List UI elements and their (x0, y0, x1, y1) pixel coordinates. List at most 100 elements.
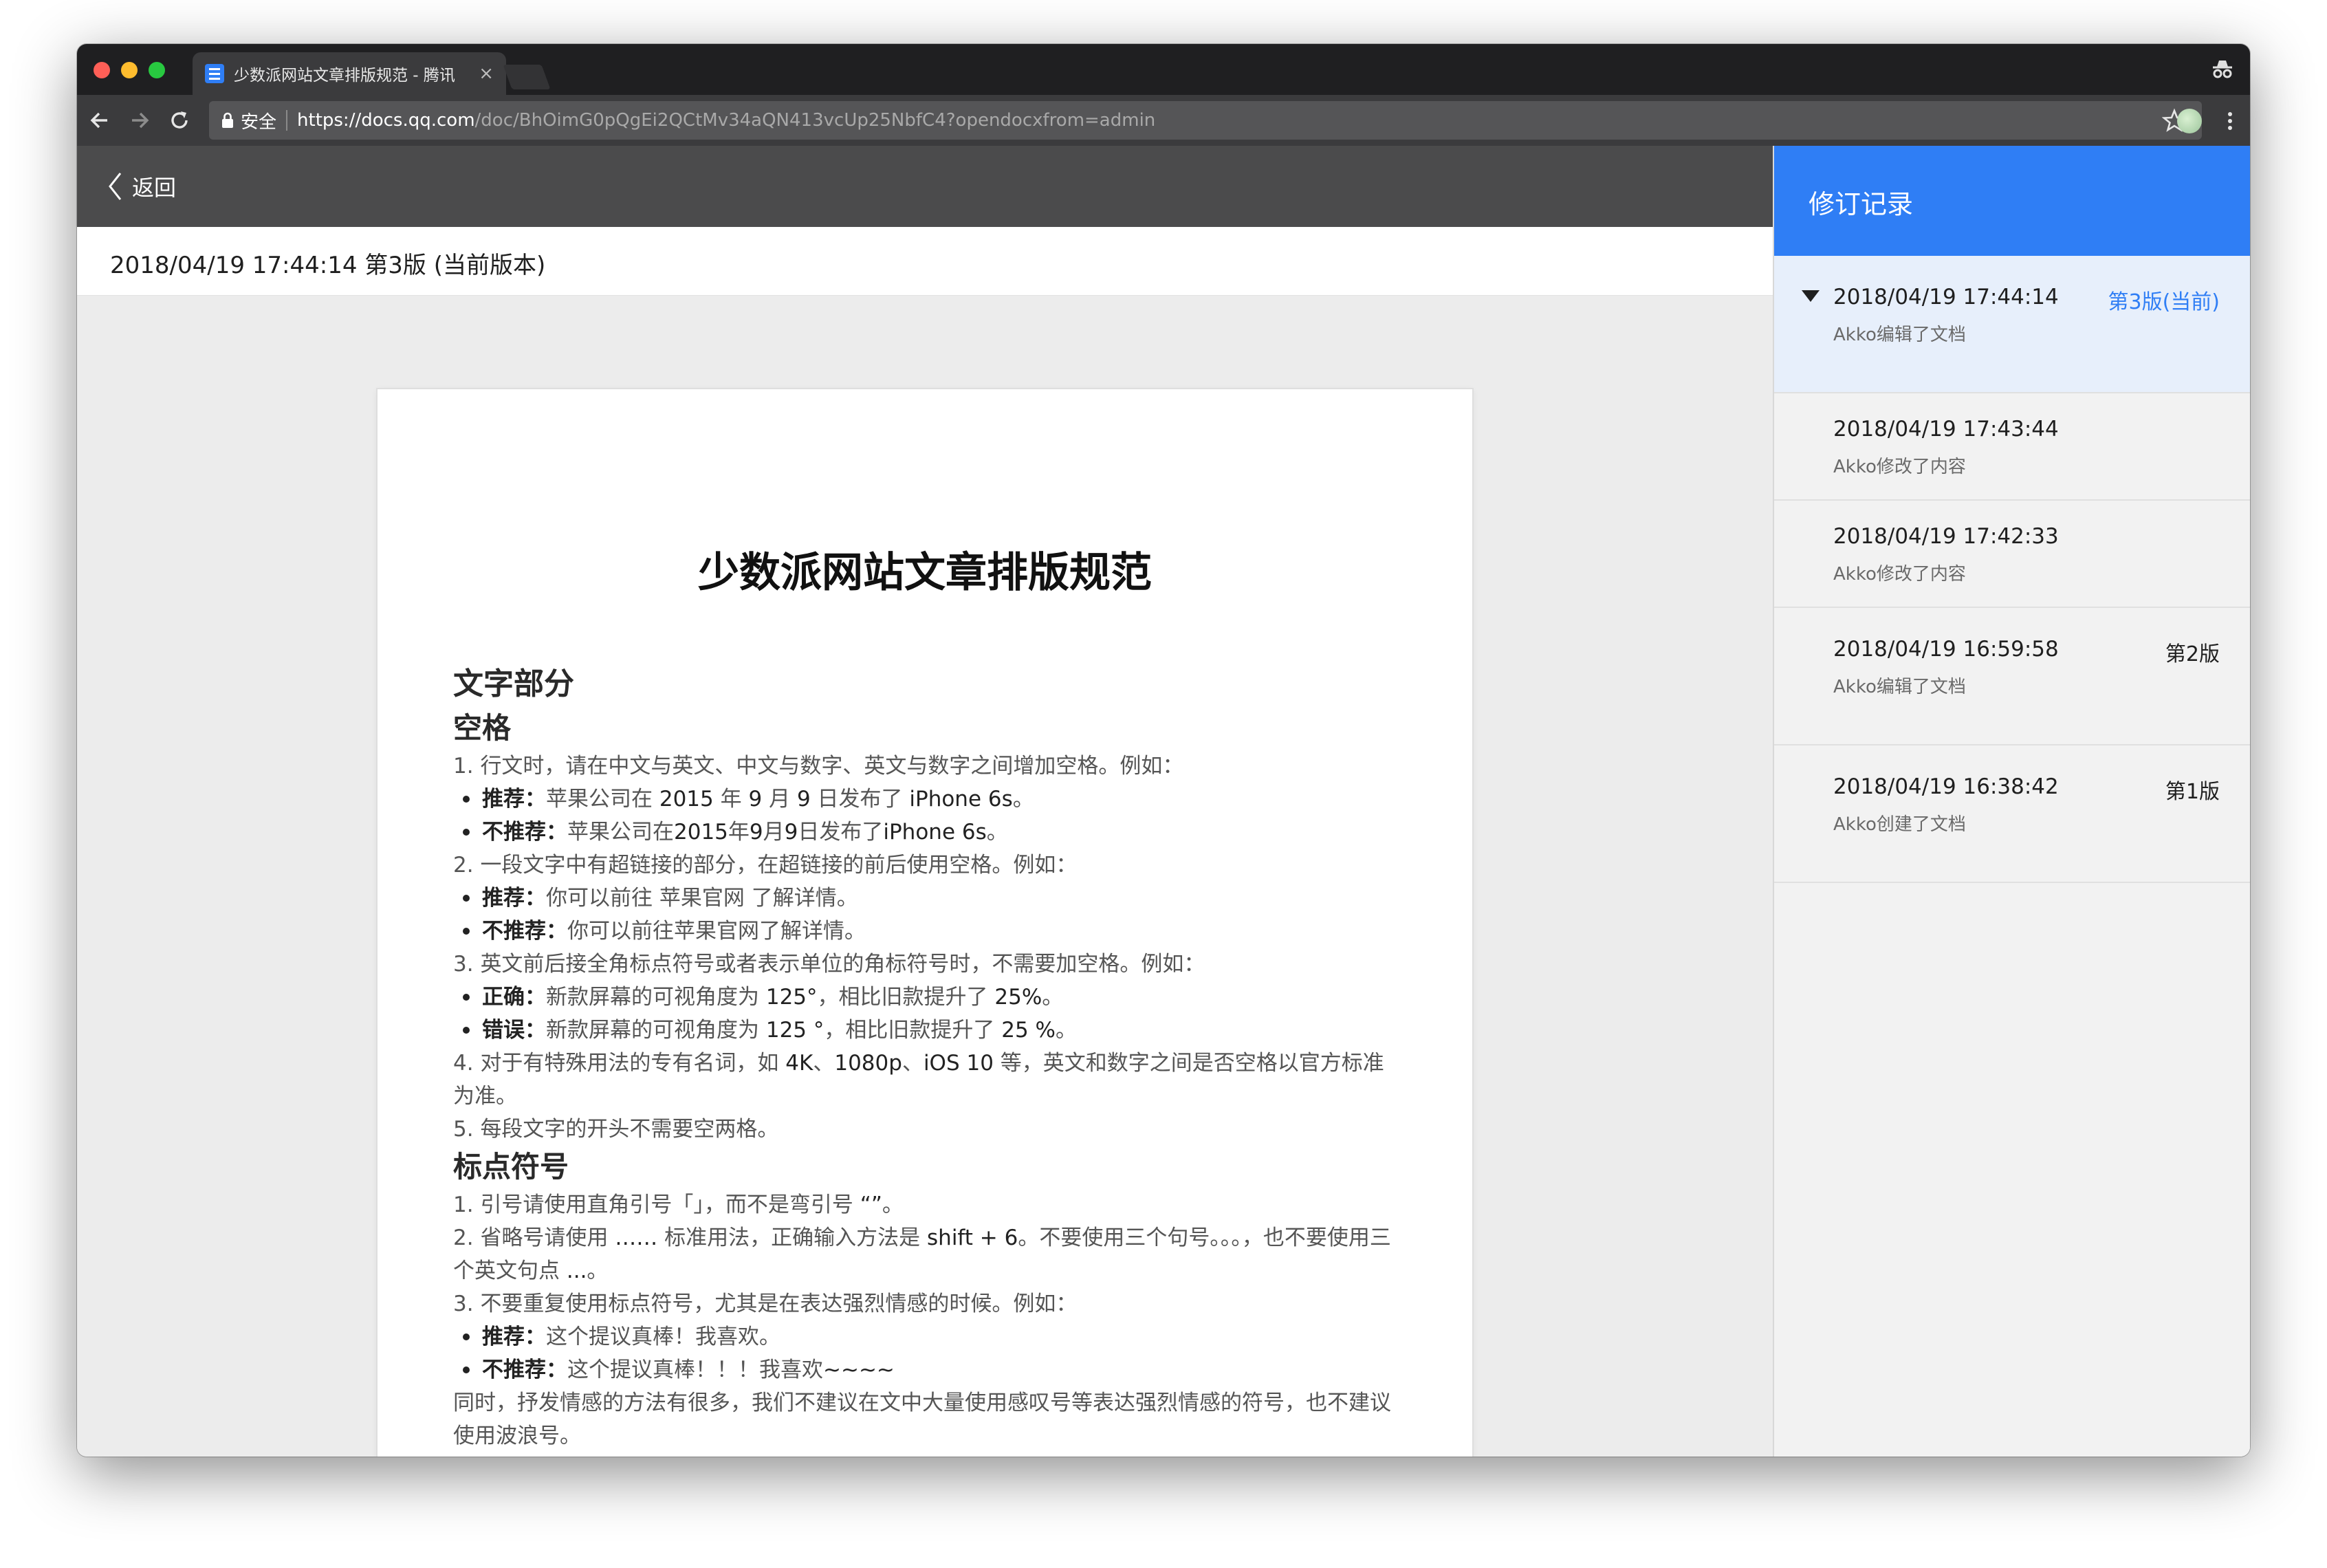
doc-list-item: 错误：新款屏幕的可视角度为 125 °，相比旧款提升了 25 %。 (453, 1014, 1402, 1047)
text-run: 推荐： (482, 787, 546, 812)
bullet-icon (463, 928, 470, 935)
page-content: 返回 2018/04/19 17:44:14 第3版 (当前版本) 少数派网站文… (77, 146, 2250, 1457)
browser-tab[interactable]: 少数派网站文章排版规范 - 腾讯 × (193, 52, 506, 95)
doc-paragraph: 同时，抒发情感的方法有很多，我们不建议在文中大量使用感叹号等表达强烈情感的符号，… (453, 1386, 1402, 1452)
text-run: 。 (587, 1259, 609, 1283)
zoom-window-button[interactable] (149, 62, 165, 78)
lock-icon (222, 112, 233, 128)
doc-paragraph: 4. 对于有特殊用法的专有名词，如 4K、1080p、iOS 10 等，英文和数… (453, 1047, 1402, 1113)
revision-author: Akko修改了内容 (1833, 564, 1966, 585)
text-run: 月 (762, 787, 797, 812)
text-run: 1. (453, 1193, 481, 1217)
text-run: iOS 10 (923, 1051, 994, 1076)
text-run: 你可以前往 苹果官网 了解详情。 (546, 886, 858, 911)
text-run: 推荐： (482, 886, 546, 911)
doc-paragraph: 1. 引号请使用直角引号「」，而不是弯引号 “”。 (453, 1188, 1402, 1221)
text-run: 9 (796, 787, 811, 812)
bullet-icon (463, 1333, 470, 1340)
back-button[interactable]: 返回 (107, 169, 176, 204)
text-run: 2. (453, 853, 481, 878)
revision-time: 2018/04/19 17:43:44 (1833, 417, 2059, 442)
text-run: 125° (765, 985, 818, 1010)
text-run: 错误： (482, 1018, 546, 1043)
text-run: 引号请使用直角引号「」，而不是弯引号 (480, 1193, 860, 1217)
revision-item[interactable]: 2018/04/19 16:59:58 第2版 Akko编辑了文档 (1774, 608, 2250, 745)
text-run: 日发布了 (798, 820, 884, 845)
text-run: shift + 6 (927, 1226, 1018, 1250)
doc-favicon-icon (205, 64, 224, 83)
revision-author: Akko创建了文档 (1833, 814, 1966, 835)
revision-time: 2018/04/19 16:59:58 (1833, 637, 2059, 662)
text-run: 25 % (1001, 1018, 1056, 1043)
profile-avatar[interactable] (2177, 109, 2202, 133)
doc-paragraph: 3. 不要重复使用标点符号，尤其是在表达强烈情感的时候。例如： (453, 1287, 1402, 1320)
revision-panel: 修订记录 2018/04/19 17:44:14 第3版(当前) Akko编辑了… (1773, 146, 2250, 1457)
bullet-icon (463, 994, 470, 1001)
doc-title: 少数派网站文章排版规范 (698, 549, 1152, 597)
text-run: 。 (986, 820, 1008, 845)
text-run: 25% (994, 985, 1042, 1010)
doc-paragraph: 2. 一段文字中有超链接的部分，在超链接的前后使用空格。例如： (453, 849, 1402, 882)
revision-item[interactable]: 2018/04/19 16:38:42 第1版 Akko创建了文档 (1774, 745, 2250, 883)
address-toolbar: 安全 https://docs.qq.com /doc/BhOimG0pQgEi… (77, 95, 2250, 146)
text-run: “” (860, 1193, 882, 1217)
text-run: 9 (749, 820, 763, 845)
bullet-icon (463, 796, 470, 803)
text-run: 日发布了 (810, 787, 910, 812)
text-run: 苹果公司在 (567, 820, 674, 845)
bullet-icon (463, 1027, 470, 1034)
text-run: 对于有特殊用法的专有名词，如 (480, 1051, 786, 1076)
url-bar[interactable]: 安全 https://docs.qq.com /doc/BhOimG0pQgEi… (209, 101, 2202, 140)
doc-subheading: 标点符号 (453, 1150, 569, 1184)
text-run: 月 (763, 820, 785, 845)
text-run: 9 (748, 787, 763, 812)
url-separator (286, 110, 288, 131)
doc-paragraph: 5. 每段文字的开头不需要空两格。 (453, 1113, 1402, 1146)
back-arrow-icon[interactable] (87, 107, 113, 133)
new-tab-button[interactable] (503, 65, 551, 89)
forward-arrow-icon[interactable] (127, 107, 153, 133)
text-run: ... (566, 1259, 587, 1283)
revision-time: 2018/04/19 17:44:14 (1833, 285, 2059, 309)
doc-list-item: 不推荐：这个提议真棒！！！我喜欢~~~~ (453, 1353, 1402, 1386)
doc-subheading: 空格 (453, 711, 512, 745)
doc-list-item: 不推荐：苹果公司在2015年9月9日发布了iPhone 6s。 (453, 816, 1402, 849)
text-run: 每段文字的开头不需要空两格。 (480, 1117, 779, 1142)
text-run: 不推荐： (482, 1358, 567, 1382)
text-run: 新款屏幕的可视角度为 (546, 985, 766, 1010)
revision-tag: 第1版 (2165, 780, 2220, 804)
text-run: 这个提议真棒！我喜欢。 (546, 1325, 780, 1349)
panel-title: 修订记录 (1809, 189, 1914, 219)
text-run: 同时，抒发情感的方法有很多，我们不建议在文中大量使用感叹号等表达强烈情感的符号，… (453, 1391, 1391, 1448)
version-bar: 2018/04/19 17:44:14 第3版 (当前版本) (77, 227, 1773, 296)
close-window-button[interactable] (94, 62, 110, 78)
minimize-window-button[interactable] (121, 62, 138, 78)
text-run: 标准用法，正确输入方法是 (657, 1226, 928, 1250)
menu-dots-icon[interactable] (2227, 109, 2233, 133)
text-run: ，相比旧款提升了 (824, 1018, 1002, 1043)
text-run: 年 (728, 820, 750, 845)
reload-icon[interactable] (166, 107, 193, 133)
text-run: 4. (453, 1051, 481, 1076)
text-run: 。 (1056, 1018, 1078, 1043)
revision-item[interactable]: 2018/04/19 17:42:33 Akko修改了内容 (1774, 501, 2250, 608)
tab-title: 少数派网站文章排版规范 - 腾讯 (234, 67, 455, 85)
panel-header: 修订记录 (1774, 146, 2250, 256)
document-page: 少数派网站文章排版规范 文字部分 空格 1. 行文时，请在中文与英文、中文与数字、英… (378, 389, 1472, 1457)
text-run: 9 (784, 820, 798, 845)
text-run: 一段文字中有超链接的部分，在超链接的前后使用空格。例如： (480, 853, 1078, 878)
url-host: https://docs.qq.com (297, 110, 475, 131)
text-run: 2015 (674, 820, 728, 845)
doc-paragraph: 3. 英文前后接全角标点符号或者表示单位的角标符号时，不需要加空格。例如： (453, 948, 1402, 981)
revision-item[interactable]: 2018/04/19 17:44:14 第3版(当前) Akko编辑了文档 (1774, 256, 2250, 393)
revision-item[interactable]: 2018/04/19 17:43:44 Akko修改了内容 (1774, 393, 2250, 501)
text-run: 不要重复使用标点符号，尤其是在表达强烈情感的时候。例如： (480, 1292, 1078, 1316)
doc-list-item: 推荐：你可以前往 苹果官网 了解详情。 (453, 882, 1402, 915)
revision-author: Akko编辑了文档 (1833, 677, 1966, 697)
tab-strip: 少数派网站文章排版规范 - 腾讯 × (77, 44, 2250, 95)
revision-time: 2018/04/19 16:38:42 (1833, 774, 2059, 799)
text-run: 1080p (834, 1051, 902, 1076)
text-run: 年 (713, 787, 749, 812)
text-run: 不推荐： (482, 820, 567, 845)
tab-close-button[interactable]: × (479, 63, 494, 84)
